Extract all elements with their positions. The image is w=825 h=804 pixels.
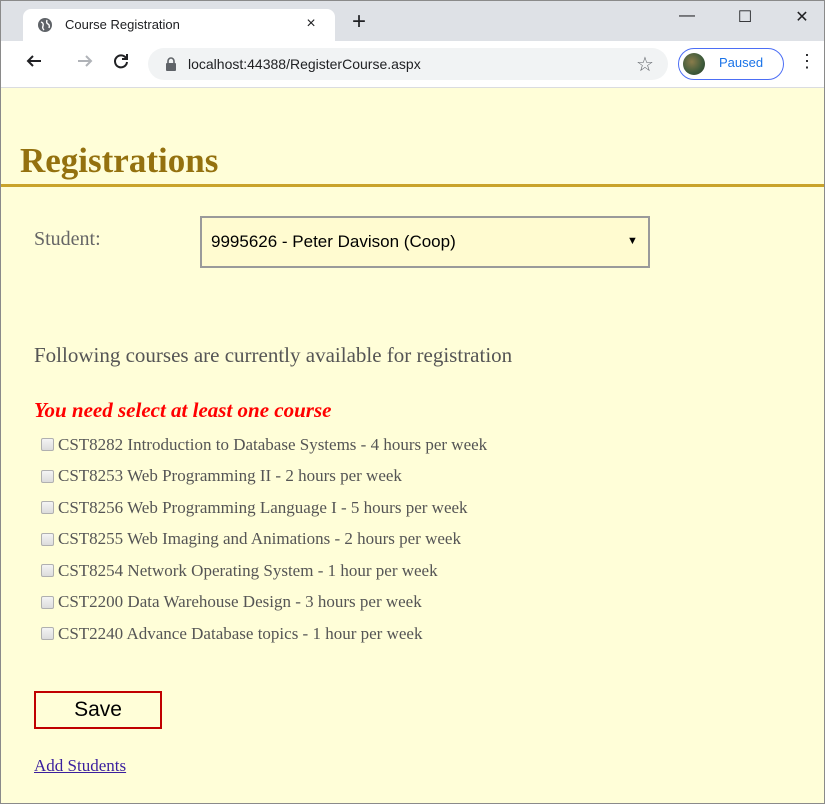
save-button[interactable]: Save <box>34 691 162 729</box>
course-item: CST2200 Data Warehouse Design - 3 hours … <box>41 587 487 619</box>
forward-arrow-icon[interactable] <box>72 51 98 77</box>
tab-close-icon[interactable]: × <box>301 14 321 34</box>
globe-icon <box>37 17 53 33</box>
profile-status: Paused <box>719 55 764 70</box>
tab-course-registration[interactable]: Course Registration × <box>23 9 335 41</box>
course-item: CST8256 Web Programming Language I - 5 h… <box>41 492 487 524</box>
course-checkbox[interactable] <box>41 595 54 609</box>
profile-button[interactable]: Paused <box>678 48 784 80</box>
course-item: CST8282 Introduction to Database Systems… <box>41 429 487 461</box>
back-arrow-icon[interactable] <box>21 51 47 77</box>
student-label: Student: <box>34 228 101 250</box>
more-menu-icon[interactable]: ⋮ <box>797 51 817 77</box>
url-text: localhost:44388/RegisterCourse.aspx <box>188 56 421 72</box>
course-label[interactable]: CST2240 Advance Database topics - 1 hour… <box>58 624 422 644</box>
dropdown-arrow-icon: ▼ <box>627 235 638 247</box>
course-item: CST8253 Web Programming II - 2 hours per… <box>41 461 487 493</box>
browser-toolbar: localhost:44388/RegisterCourse.aspx ☆ Pa… <box>1 41 824 88</box>
bookmark-star-icon[interactable]: ☆ <box>636 52 654 77</box>
course-checkbox[interactable] <box>41 438 54 452</box>
validation-error: You need select at least one course <box>34 398 332 422</box>
course-checkbox[interactable] <box>41 564 54 578</box>
course-checkbox[interactable] <box>41 469 54 483</box>
tab-title: Course Registration <box>65 17 180 32</box>
tab-strip: Course Registration × + — ☐ ✕ <box>1 1 824 41</box>
student-selected-value: 9995626 - Peter Davison (Coop) <box>211 232 456 251</box>
course-item: CST8255 Web Imaging and Animations - 2 h… <box>41 524 487 556</box>
course-label[interactable]: CST8253 Web Programming II - 2 hours per… <box>58 466 402 486</box>
lock-icon <box>164 57 178 71</box>
course-label[interactable]: CST8256 Web Programming Language I - 5 h… <box>58 498 468 518</box>
avatar <box>683 53 705 75</box>
course-list: CST8282 Introduction to Database Systems… <box>41 429 487 650</box>
course-checkbox[interactable] <box>41 627 54 641</box>
heading-divider <box>1 184 824 187</box>
student-dropdown[interactable]: 9995626 - Peter Davison (Coop) ▼ <box>200 216 650 268</box>
close-window-button[interactable]: ✕ <box>782 7 822 35</box>
course-item: CST2240 Advance Database topics - 1 hour… <box>41 618 487 650</box>
course-label[interactable]: CST8254 Network Operating System - 1 hou… <box>58 561 438 581</box>
course-label[interactable]: CST8255 Web Imaging and Animations - 2 h… <box>58 529 461 549</box>
address-bar[interactable]: localhost:44388/RegisterCourse.aspx ☆ <box>148 48 668 80</box>
add-students-link[interactable]: Add Students <box>34 756 126 776</box>
course-checkbox[interactable] <box>41 501 54 515</box>
course-item: CST8254 Network Operating System - 1 hou… <box>41 555 487 587</box>
page-title: Registrations <box>20 141 219 180</box>
course-checkbox[interactable] <box>41 532 54 546</box>
minimize-button[interactable]: — <box>667 7 707 35</box>
maximize-button[interactable]: ☐ <box>725 7 765 35</box>
reload-icon[interactable] <box>108 51 134 77</box>
course-label[interactable]: CST8282 Introduction to Database Systems… <box>58 435 487 455</box>
courses-intro-text: Following courses are currently availabl… <box>34 343 513 367</box>
browser-window: Course Registration × + — ☐ ✕ localhost:… <box>0 0 825 804</box>
page-content: Registrations Student: 9995626 - Peter D… <box>1 88 824 803</box>
new-tab-button[interactable]: + <box>347 10 371 35</box>
course-label[interactable]: CST2200 Data Warehouse Design - 3 hours … <box>58 592 422 612</box>
